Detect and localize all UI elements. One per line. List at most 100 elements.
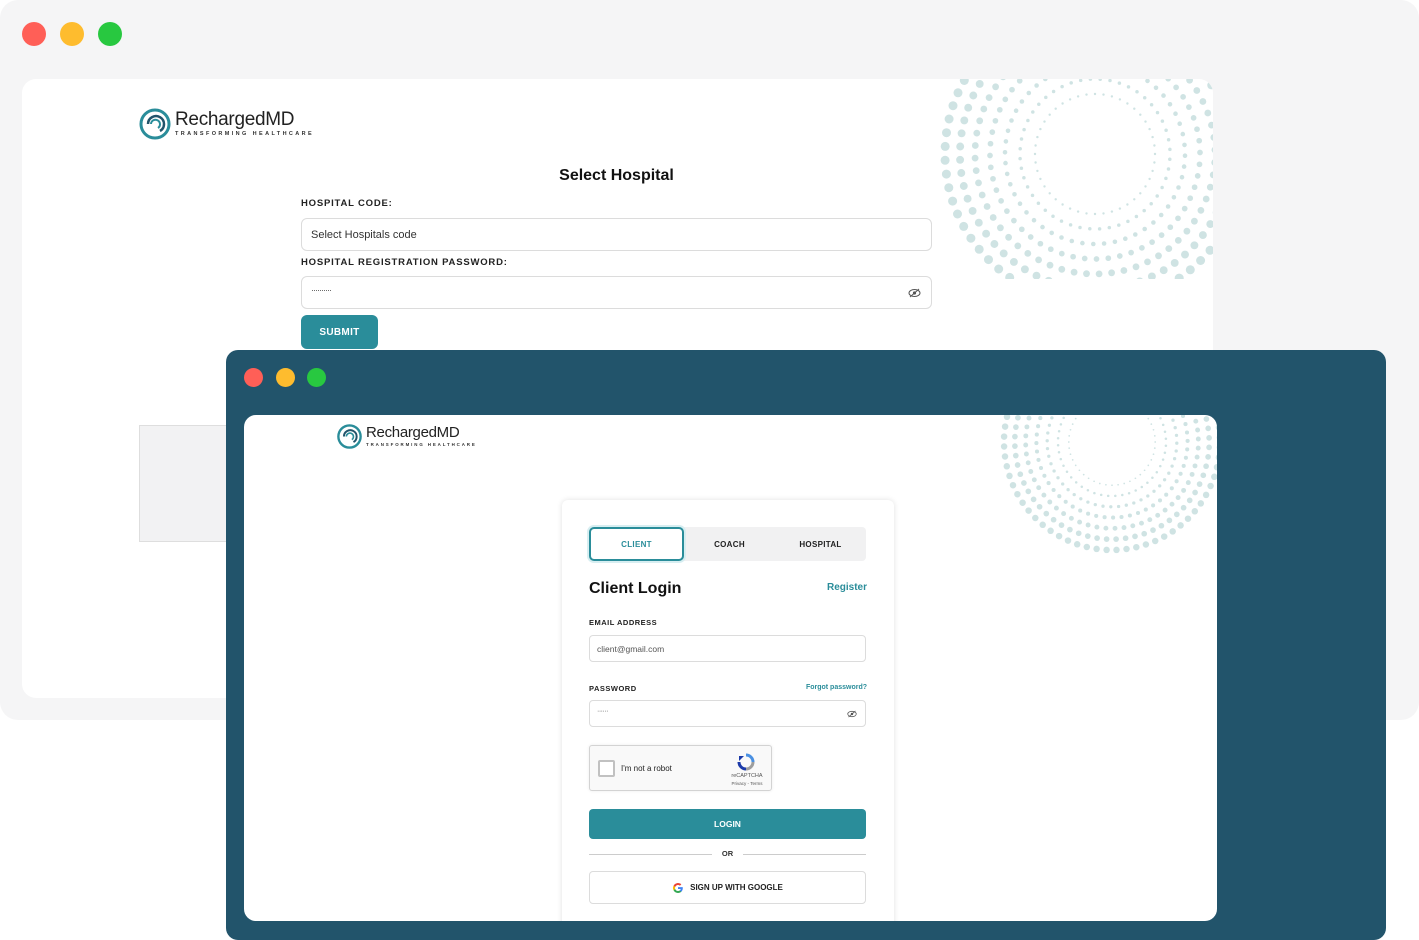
- decor-dot: [1003, 160, 1008, 166]
- decor-dot: [1077, 519, 1083, 525]
- maximize-window-dot[interactable]: [98, 22, 122, 46]
- decor-dot: [1074, 481, 1078, 484]
- decor-dot: [1110, 95, 1114, 98]
- decor-dot: [1181, 205, 1188, 212]
- decor-dot: [1151, 220, 1156, 225]
- decor-dot: [1193, 418, 1199, 424]
- decor-dot: [1093, 256, 1100, 262]
- decor-dot: [1038, 416, 1043, 421]
- decor-dot: [959, 79, 969, 85]
- close-window-dot[interactable]: [244, 368, 263, 387]
- decor-dot: [1173, 111, 1178, 116]
- decor-dot: [975, 179, 982, 187]
- decor-dot: [1180, 131, 1186, 137]
- decor-dot: [1043, 185, 1046, 188]
- decor-dot: [1025, 488, 1032, 495]
- maximize-window-dot[interactable]: [307, 368, 326, 387]
- close-window-dot[interactable]: [22, 22, 46, 46]
- decor-dot: [1158, 232, 1165, 238]
- decor-dot: [1153, 144, 1156, 147]
- decor-dot: [1095, 270, 1103, 278]
- decor-dot: [1174, 433, 1179, 438]
- decor-dot: [1177, 522, 1184, 529]
- decor-dot: [1082, 473, 1085, 476]
- decor-dot: [1149, 239, 1155, 245]
- decor-dot: [1174, 273, 1184, 279]
- decor-dot: [1003, 139, 1009, 144]
- decor-dot: [972, 167, 980, 174]
- decor-dot: [1049, 462, 1053, 466]
- register-link[interactable]: Register: [827, 582, 867, 593]
- tab-hospital[interactable]: HOSPITAL: [775, 527, 866, 561]
- email-input[interactable]: client@gmail.com: [589, 635, 866, 662]
- decor-dot: [1132, 501, 1136, 505]
- decor-dot: [1145, 79, 1150, 84]
- minimize-window-dot[interactable]: [60, 22, 84, 46]
- eye-off-icon[interactable]: [908, 288, 921, 298]
- decor-dot: [1164, 444, 1168, 448]
- decor-dot: [1013, 424, 1019, 430]
- decor-dot: [1184, 515, 1192, 522]
- decor-dot: [1139, 245, 1145, 251]
- minimize-window-dot[interactable]: [276, 368, 295, 387]
- decor-dot: [1016, 79, 1023, 84]
- decor-dot: [1017, 201, 1023, 206]
- decor-dot: [1031, 217, 1037, 223]
- decor-dot: [1179, 174, 1185, 180]
- decor-dot: [1117, 81, 1122, 85]
- decor-dot: [1181, 164, 1187, 169]
- decor-dot: [1189, 471, 1195, 477]
- decor-dot: [1139, 520, 1144, 526]
- decor-dot: [1052, 469, 1056, 473]
- decor-dot: [1086, 511, 1091, 516]
- decor-dot: [1161, 423, 1165, 427]
- decor-dot: [1186, 104, 1192, 110]
- decor-dot: [1081, 255, 1088, 262]
- decor-dot: [1047, 527, 1054, 535]
- logo: RechargedMD TRANSFORMING HEALTHCARE: [138, 107, 314, 141]
- login-heading: Client Login: [589, 580, 682, 597]
- decor-dot: [1130, 523, 1136, 529]
- tab-client[interactable]: CLIENT: [589, 527, 684, 561]
- decor-dot: [1045, 446, 1050, 451]
- decor-dot: [1158, 522, 1165, 529]
- decor-dot: [1102, 212, 1105, 215]
- decor-dot: [1207, 81, 1213, 90]
- submit-button[interactable]: SUBMIT: [301, 315, 378, 349]
- decor-dot: [963, 194, 972, 203]
- password-input[interactable]: ······: [589, 700, 866, 727]
- decor-dot: [1147, 417, 1150, 420]
- decor-dot: [1101, 504, 1105, 508]
- decor-dot: [971, 142, 979, 149]
- hospital-password-input[interactable]: ··········: [301, 276, 932, 309]
- decor-dot: [1151, 476, 1154, 480]
- password-masked-value: ······: [597, 707, 609, 715]
- decor-dot: [1026, 90, 1032, 96]
- decor-dot: [1056, 436, 1060, 440]
- recaptcha-links[interactable]: Privacy - Terms: [720, 781, 774, 786]
- decor-dot: [1036, 424, 1041, 429]
- decor-dot: [1030, 496, 1037, 503]
- tab-coach[interactable]: COACH: [684, 527, 775, 561]
- decor-dot: [1034, 441, 1039, 446]
- decor-dot: [1173, 426, 1177, 430]
- decor-dot: [1147, 517, 1153, 523]
- decor-dot: [1024, 210, 1029, 215]
- decor-dot: [1175, 441, 1179, 445]
- recaptcha-checkbox[interactable]: [598, 760, 615, 777]
- decor-dot: [1191, 508, 1199, 515]
- login-button[interactable]: LOGIN: [589, 809, 866, 839]
- decor-dot: [957, 169, 966, 177]
- hospital-code-select[interactable]: Select Hospitals code: [301, 218, 932, 251]
- decor-dot: [1215, 424, 1217, 431]
- decor-dot: [1164, 437, 1168, 440]
- eye-off-icon[interactable]: [847, 710, 857, 718]
- decor-dot: [1206, 220, 1213, 229]
- decor-dot: [1205, 454, 1211, 460]
- decor-dot: [1103, 536, 1110, 542]
- decor-dot: [974, 244, 984, 254]
- decor-dot: [1173, 511, 1180, 518]
- google-signup-button[interactable]: SIGN UP WITH GOOGLE: [589, 871, 866, 904]
- forgot-password-link[interactable]: Forgot password?: [806, 684, 867, 691]
- decor-dot: [1102, 515, 1107, 520]
